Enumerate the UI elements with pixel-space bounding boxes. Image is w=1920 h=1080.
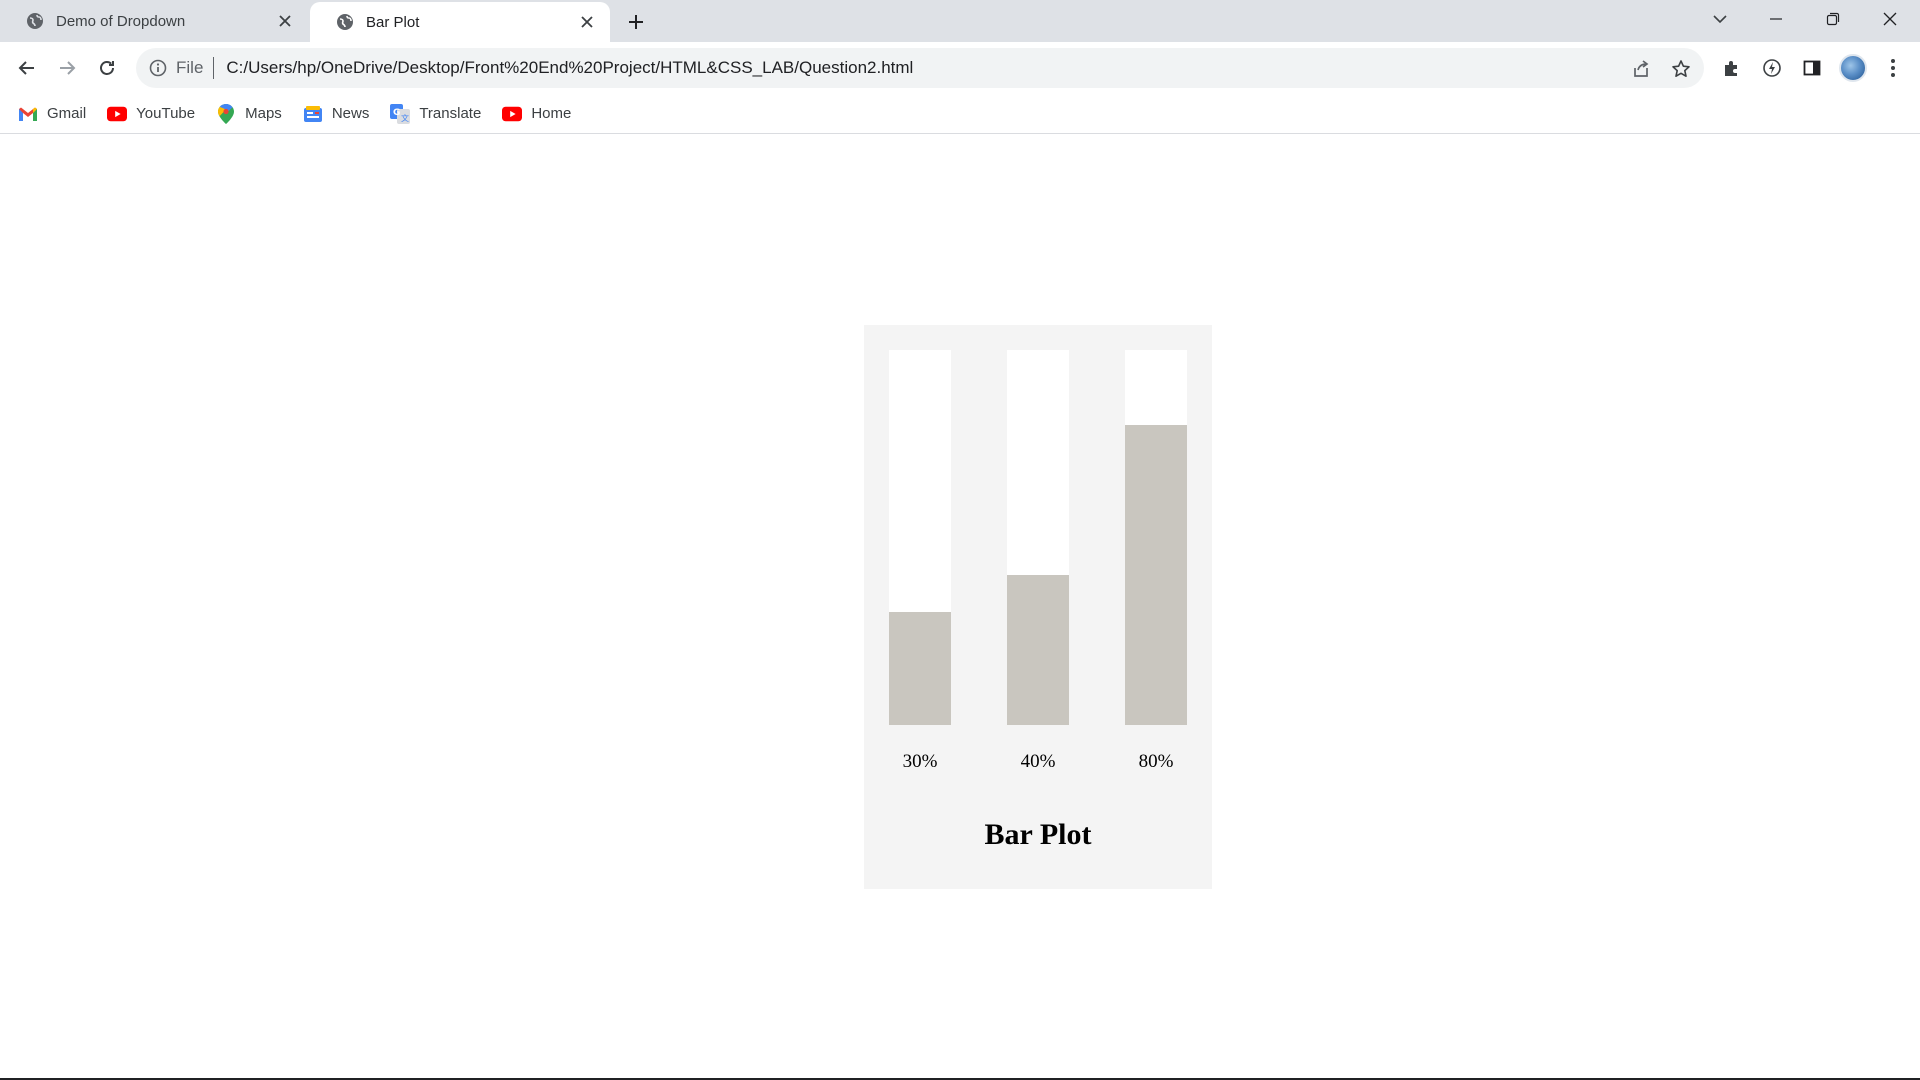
youtube-icon — [502, 104, 523, 124]
back-arrow-icon — [18, 61, 34, 75]
lightning-icon — [1763, 59, 1781, 77]
news-icon — [303, 104, 323, 124]
bookmarks-bar: Gmail YouTube Maps News G文 Translate Hom… — [0, 94, 1920, 134]
bookmark-label: Translate — [419, 105, 482, 122]
bar-label: 40% — [1020, 751, 1056, 772]
performance-button[interactable] — [1756, 52, 1788, 84]
share-icon[interactable] — [1630, 58, 1652, 80]
bar-plot-panel: Bar Plot 30% 40% 80% — [864, 325, 1212, 889]
forward-arrow-icon — [60, 61, 76, 75]
gmail-icon — [18, 104, 38, 124]
close-icon — [1883, 12, 1897, 26]
tab-demo-of-dropdown[interactable]: Demo of Dropdown — [0, 0, 308, 42]
youtube-icon — [107, 104, 128, 124]
menu-button[interactable] — [1877, 52, 1909, 84]
close-tab-icon[interactable] — [576, 11, 598, 33]
bookmark-label: YouTube — [136, 105, 196, 122]
restore-icon — [1826, 12, 1840, 26]
back-button[interactable] — [11, 52, 43, 84]
chart-title: Bar Plot — [984, 818, 1092, 851]
page-content: Bar Plot 30% 40% 80% — [0, 135, 1920, 1078]
side-panel-icon — [1803, 60, 1821, 76]
bar — [1007, 575, 1069, 725]
svg-text:G: G — [393, 108, 400, 118]
globe-icon — [336, 13, 354, 31]
translate-icon: G文 — [390, 103, 411, 124]
address-divider — [213, 57, 215, 79]
tab-title: Demo of Dropdown — [56, 12, 186, 30]
bookmark-maps[interactable]: Maps — [216, 100, 282, 128]
close-window-button[interactable] — [1862, 0, 1918, 38]
bar — [1125, 425, 1187, 725]
forward-button[interactable] — [51, 52, 83, 84]
tab-bar-plot[interactable]: Bar Plot — [310, 2, 610, 42]
restore-button[interactable] — [1805, 0, 1861, 38]
bookmark-label: Gmail — [47, 105, 87, 122]
bar — [889, 612, 951, 725]
tab-title: Bar Plot — [366, 13, 420, 31]
bookmark-news[interactable]: News — [303, 100, 370, 128]
reload-icon — [100, 61, 114, 75]
close-tab-icon[interactable] — [274, 10, 296, 32]
new-tab-button[interactable] — [622, 8, 650, 36]
minimize-icon — [1770, 18, 1782, 20]
tab-search-button[interactable] — [1692, 0, 1748, 38]
info-icon[interactable] — [148, 58, 168, 78]
tab-strip: Demo of Dropdown Bar Plot — [0, 0, 1920, 42]
bookmark-star-icon[interactable] — [1670, 58, 1692, 80]
globe-icon — [26, 12, 44, 30]
extensions-button[interactable] — [1716, 52, 1748, 84]
svg-text:文: 文 — [401, 113, 409, 123]
chevron-down-icon — [1713, 15, 1727, 24]
bar-label: 30% — [902, 751, 938, 772]
side-panel-button[interactable] — [1796, 52, 1828, 84]
bookmark-translate[interactable]: G文 Translate — [390, 100, 481, 128]
bookmark-youtube[interactable]: YouTube — [107, 100, 195, 128]
profile-avatar[interactable] — [1839, 54, 1867, 82]
puzzle-icon — [1725, 61, 1737, 76]
bookmark-label: News — [331, 105, 370, 122]
reload-button[interactable] — [91, 52, 123, 84]
bookmark-label: Home — [531, 105, 572, 122]
address-url[interactable]: C:/Users/hp/OneDrive/Desktop/Front%20End… — [226, 58, 913, 78]
minimize-button[interactable] — [1748, 0, 1804, 38]
bar-track — [1125, 350, 1187, 725]
maps-icon — [216, 103, 236, 124]
bookmark-home[interactable]: Home — [502, 100, 571, 128]
plus-icon — [629, 15, 643, 29]
bar-track — [889, 350, 951, 725]
bookmark-gmail[interactable]: Gmail — [18, 100, 86, 128]
kebab-menu-icon — [1891, 59, 1895, 77]
address-scheme-label: File — [176, 58, 204, 77]
browser-toolbar: File C:/Users/hp/OneDrive/Desktop/Front%… — [0, 42, 1920, 94]
bar-label: 80% — [1138, 751, 1174, 772]
bookmark-label: Maps — [245, 105, 282, 122]
bar-track — [1007, 350, 1069, 725]
address-bar[interactable]: File C:/Users/hp/OneDrive/Desktop/Front%… — [136, 48, 1704, 88]
